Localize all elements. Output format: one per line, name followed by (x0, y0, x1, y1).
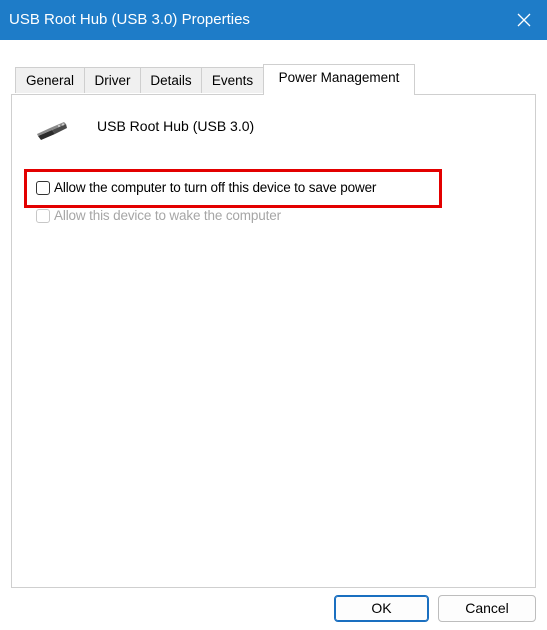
device-name: USB Root Hub (USB 3.0) (97, 118, 255, 134)
tab-strip: General Driver Details Events Power Mana… (0, 40, 547, 95)
window-title: USB Root Hub (USB 3.0) Properties (9, 11, 250, 28)
usb-connector-icon (37, 122, 67, 140)
allow-wake-checkbox (36, 209, 50, 223)
ok-button[interactable]: OK (334, 595, 429, 622)
tab-details[interactable]: Details (140, 67, 202, 93)
tab-power-management[interactable]: Power Management (263, 64, 415, 95)
cancel-button[interactable]: Cancel (438, 595, 536, 622)
tab-driver[interactable]: Driver (84, 67, 141, 93)
close-button[interactable] (501, 0, 547, 40)
highlight-box (24, 169, 442, 208)
title-bar: USB Root Hub (USB 3.0) Properties (0, 0, 547, 40)
close-icon (517, 13, 531, 27)
allow-wake-option: Allow this device to wake the computer (36, 206, 281, 226)
allow-wake-label: Allow this device to wake the computer (54, 208, 281, 223)
tab-events[interactable]: Events (201, 67, 264, 93)
tab-general[interactable]: General (15, 67, 85, 93)
